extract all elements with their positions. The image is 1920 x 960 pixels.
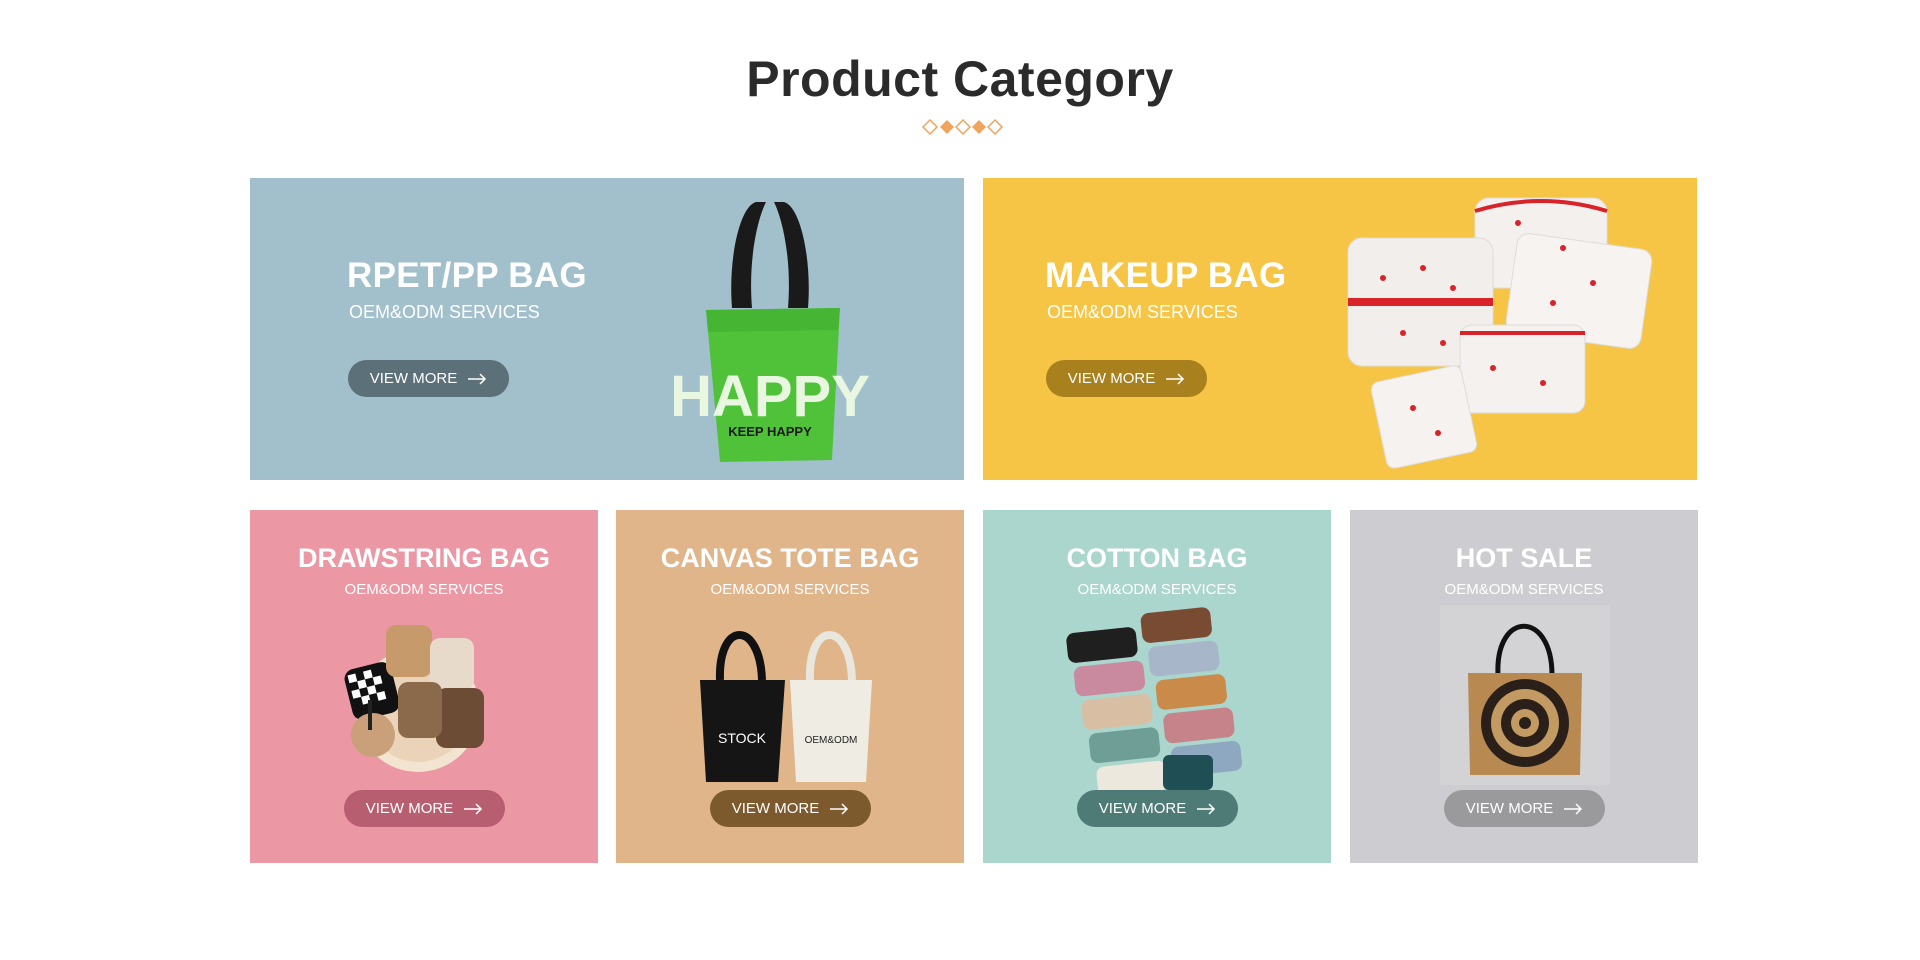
arrow-right-icon xyxy=(1166,372,1185,385)
drawstring-bags-image xyxy=(344,625,484,772)
category-card-rpet-pp-bag[interactable]: RPET/PP BAG OEM&ODM SERVICES VIEW MORE H… xyxy=(250,178,964,480)
button-label: VIEW MORE xyxy=(365,800,454,817)
category-card-drawstring-bag[interactable]: DRAWSTRING BAG OEM&ODM SERVICES VIEW MOR… xyxy=(250,510,598,863)
view-more-button[interactable]: VIEW MORE xyxy=(1444,790,1605,827)
button-label: VIEW MORE xyxy=(1465,800,1554,817)
view-more-button[interactable]: VIEW MORE xyxy=(1077,790,1238,827)
card-title: CANVAS TOTE BAG xyxy=(660,543,920,573)
jute-tote-bag-image xyxy=(1440,605,1610,785)
arrow-right-icon xyxy=(1564,802,1583,815)
arrow-right-icon xyxy=(1197,802,1216,815)
card-subtitle: OEM&ODM SERVICES xyxy=(349,302,540,322)
card-subtitle: OEM&ODM SERVICES xyxy=(710,581,870,598)
category-card-hot-sale[interactable]: HOT SALE OEM&ODM SERVICES VIEW MORE xyxy=(1350,510,1698,863)
card-subtitle: OEM&ODM SERVICES xyxy=(1047,302,1238,322)
green-tote-bag-image: HAPPY KEEP HAPPY xyxy=(670,202,870,462)
card-subtitle: OEM&ODM SERVICES xyxy=(344,581,504,598)
bag-print-subtext: KEEP HAPPY xyxy=(728,424,812,439)
view-more-button[interactable]: VIEW MORE xyxy=(1046,360,1207,397)
bag-print-text: HAPPY xyxy=(670,364,870,429)
category-card-canvas-tote-bag[interactable]: CANVAS TOTE BAG OEM&ODM SERVICES STOCK O… xyxy=(616,510,964,863)
card-title: HOT SALE xyxy=(1455,543,1593,573)
view-more-button[interactable]: VIEW MORE xyxy=(710,790,871,827)
card-title: RPET/PP BAG xyxy=(347,256,587,295)
title-divider xyxy=(700,118,1220,136)
card-subtitle: OEM&ODM SERVICES xyxy=(1444,581,1604,598)
button-label: VIEW MORE xyxy=(1067,370,1156,387)
canvas-tote-bags-image: STOCK OEM&ODM xyxy=(700,631,872,782)
card-subtitle: OEM&ODM SERVICES xyxy=(1077,581,1237,598)
view-more-button[interactable]: VIEW MORE xyxy=(348,360,509,397)
arrow-right-icon xyxy=(830,802,849,815)
card-title: MAKEUP BAG xyxy=(1045,256,1287,295)
button-label: VIEW MORE xyxy=(369,370,458,387)
oem-odm-label: OEM&ODM xyxy=(805,735,858,746)
category-card-cotton-bag[interactable]: COTTON BAG OEM&ODM SERVICES VIEW MORE xyxy=(983,510,1331,863)
view-more-button[interactable]: VIEW MORE xyxy=(344,790,505,827)
button-label: VIEW MORE xyxy=(731,800,820,817)
makeup-bags-image xyxy=(1347,197,1653,469)
cotton-pouches-image xyxy=(1066,607,1243,795)
category-card-makeup-bag[interactable]: MAKEUP BAG OEM&ODM SERVICES VIEW MORE xyxy=(983,178,1697,480)
button-label: VIEW MORE xyxy=(1098,800,1187,817)
page-title: Product Category xyxy=(746,51,1174,107)
card-title: COTTON BAG xyxy=(1066,543,1248,573)
stock-label: STOCK xyxy=(718,730,767,746)
arrow-right-icon xyxy=(468,372,487,385)
arrow-right-icon xyxy=(464,802,483,815)
card-title: DRAWSTRING BAG xyxy=(298,543,550,573)
